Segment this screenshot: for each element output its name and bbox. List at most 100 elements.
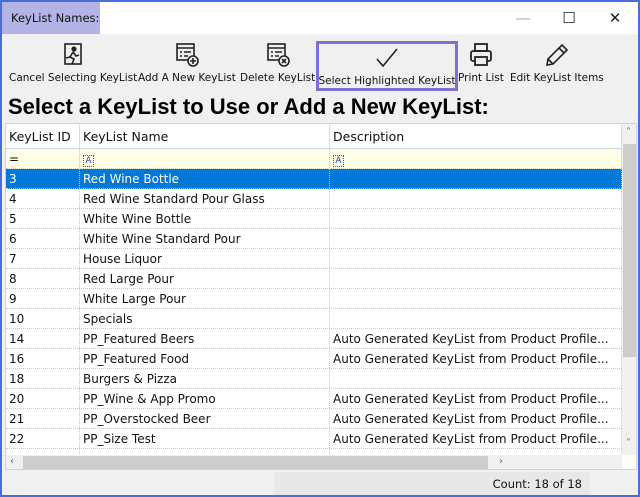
cell-description[interactable] — [330, 189, 622, 208]
print-list-button[interactable]: Print List — [458, 38, 504, 90]
cell-description[interactable] — [330, 209, 622, 228]
cell-description[interactable] — [330, 289, 622, 308]
cell-description[interactable] — [330, 369, 622, 388]
cell-name[interactable]: House Liquor — [80, 249, 330, 268]
cell-id[interactable]: 7 — [6, 249, 80, 268]
title-bar: KeyList Names: — ☐ ✕ — [2, 2, 638, 34]
cell-name[interactable]: Red Large Pour — [80, 269, 330, 288]
scroll-down-icon[interactable]: ˅ — [626, 438, 631, 449]
list-delete-icon — [265, 42, 291, 68]
cell-description[interactable] — [330, 309, 622, 328]
minimize-button[interactable]: — — [500, 2, 546, 34]
cell-name[interactable]: PP_Featured Food — [80, 349, 330, 368]
filter-id[interactable]: = — [6, 149, 80, 168]
table-row[interactable]: 21PP_Overstocked BeerAuto Generated KeyL… — [6, 409, 622, 429]
cell-id[interactable]: 22 — [6, 429, 80, 448]
vertical-scrollbar[interactable]: ˄ ˅ — [622, 124, 637, 455]
cell-description[interactable] — [330, 229, 622, 248]
running-exit-icon — [60, 42, 86, 68]
filter-description[interactable]: A — [330, 149, 622, 168]
close-button[interactable]: ✕ — [592, 2, 638, 34]
table-row[interactable]: 8Red Large Pour — [6, 269, 622, 289]
table-row[interactable]: 5White Wine Bottle — [6, 209, 622, 229]
filter-name[interactable]: A — [80, 149, 330, 168]
cell-id[interactable]: 4 — [6, 189, 80, 208]
filter-text-icon[interactable]: A — [333, 155, 344, 167]
button-label: Print List — [458, 72, 504, 84]
printer-icon — [468, 42, 494, 68]
button-label: Edit KeyList Items — [510, 72, 604, 84]
toolbar: Cancel Selecting KeyList Add A New KeyLi… — [2, 34, 638, 92]
table-row[interactable]: 14PP_Featured BeersAuto Generated KeyLis… — [6, 329, 622, 349]
keylist-window: KeyList Names: — ☐ ✕ Cancel Selecting Ke… — [0, 0, 640, 497]
table-row[interactable]: 3Red Wine Bottle — [6, 169, 622, 189]
scroll-left-icon[interactable]: ‹ — [10, 456, 14, 467]
record-count: Count: 18 of 18 — [274, 472, 590, 495]
cell-name[interactable]: White Wine Standard Pour — [80, 229, 330, 248]
cell-description[interactable]: Auto Generated KeyList from Product Prof… — [330, 389, 622, 408]
table-row[interactable]: 7House Liquor — [6, 249, 622, 269]
button-label: Add A New KeyList — [138, 72, 236, 84]
table-row[interactable]: 9White Large Pour — [6, 289, 622, 309]
cell-description[interactable]: Auto Generated KeyList from Product Prof… — [330, 429, 622, 448]
cell-id[interactable]: 21 — [6, 409, 80, 428]
scroll-right-icon[interactable]: › — [499, 456, 503, 467]
maximize-button[interactable]: ☐ — [546, 2, 592, 34]
cell-name[interactable]: Red Wine Standard Pour Glass — [80, 189, 330, 208]
filter-row: = A A — [6, 149, 622, 169]
page-heading: Select a KeyList to Use or Add a New Key… — [8, 94, 489, 120]
table-row[interactable]: 20PP_Wine & App PromoAuto Generated KeyL… — [6, 389, 622, 409]
cell-id[interactable]: 10 — [6, 309, 80, 328]
cell-id[interactable]: 5 — [6, 209, 80, 228]
cell-description[interactable]: Auto Generated KeyList from Product Prof… — [330, 329, 622, 348]
cell-id[interactable]: 3 — [6, 169, 80, 188]
cell-id[interactable]: 14 — [6, 329, 80, 348]
cell-id[interactable]: 18 — [6, 369, 80, 388]
table-row[interactable]: 6White Wine Standard Pour — [6, 229, 622, 249]
table-row[interactable]: 22PP_Size TestAuto Generated KeyList fro… — [6, 429, 622, 449]
cell-id[interactable]: 16 — [6, 349, 80, 368]
filter-text-icon[interactable]: A — [83, 155, 94, 167]
column-header-id[interactable]: KeyList ID — [6, 124, 80, 148]
delete-keylist-button[interactable]: Delete KeyList — [240, 38, 315, 90]
cell-id[interactable]: 9 — [6, 289, 80, 308]
cell-description[interactable]: Auto Generated KeyList from Product Prof… — [330, 409, 622, 428]
cell-name[interactable]: Red Wine Bottle — [80, 169, 330, 188]
column-header-description[interactable]: Description — [330, 124, 622, 148]
cell-name[interactable]: White Large Pour — [80, 289, 330, 308]
horizontal-scroll-thumb[interactable] — [23, 456, 488, 470]
select-highlighted-keylist-button[interactable]: Select Highlighted KeyList — [316, 41, 458, 91]
cancel-selecting-keylist-button[interactable]: Cancel Selecting KeyList — [9, 38, 137, 90]
cell-description[interactable] — [330, 249, 622, 268]
table-row[interactable]: 10Specials — [6, 309, 622, 329]
edit-keylist-items-button[interactable]: Edit KeyList Items — [510, 38, 604, 90]
table-row[interactable]: 16PP_Featured FoodAuto Generated KeyList… — [6, 349, 622, 369]
pencil-icon — [544, 42, 570, 68]
horizontal-scrollbar[interactable]: ‹ › — [6, 455, 622, 470]
cell-name[interactable]: Specials — [80, 309, 330, 328]
status-bar: Count: 18 of 18 — [2, 472, 638, 495]
table-row[interactable]: 18Burgers & Pizza — [6, 369, 622, 389]
grid-header: KeyList ID KeyList Name Description — [6, 124, 622, 149]
cell-name[interactable]: Burgers & Pizza — [80, 369, 330, 388]
filter-operator[interactable]: = — [9, 152, 19, 166]
button-label: Cancel Selecting KeyList — [9, 72, 137, 84]
column-header-name[interactable]: KeyList Name — [80, 124, 330, 148]
cell-description[interactable] — [330, 169, 622, 188]
add-new-keylist-button[interactable]: Add A New KeyList — [138, 38, 236, 90]
cell-name[interactable]: PP_Size Test — [80, 429, 330, 448]
cell-description[interactable]: Auto Generated KeyList from Product Prof… — [330, 349, 622, 368]
cell-id[interactable]: 20 — [6, 389, 80, 408]
scroll-up-icon[interactable]: ˄ — [626, 127, 631, 138]
vertical-scroll-thumb[interactable] — [623, 144, 637, 357]
cell-name[interactable]: PP_Overstocked Beer — [80, 409, 330, 428]
cell-id[interactable]: 8 — [6, 269, 80, 288]
table-row[interactable]: 4Red Wine Standard Pour Glass — [6, 189, 622, 209]
cell-description[interactable] — [330, 269, 622, 288]
cell-name[interactable]: PP_Wine & App Promo — [80, 389, 330, 408]
button-label: Delete KeyList — [240, 72, 315, 84]
cell-name[interactable]: PP_Featured Beers — [80, 329, 330, 348]
cell-name[interactable]: White Wine Bottle — [80, 209, 330, 228]
cell-id[interactable]: 6 — [6, 229, 80, 248]
keylist-grid: KeyList ID KeyList Name Description = A … — [5, 123, 637, 470]
